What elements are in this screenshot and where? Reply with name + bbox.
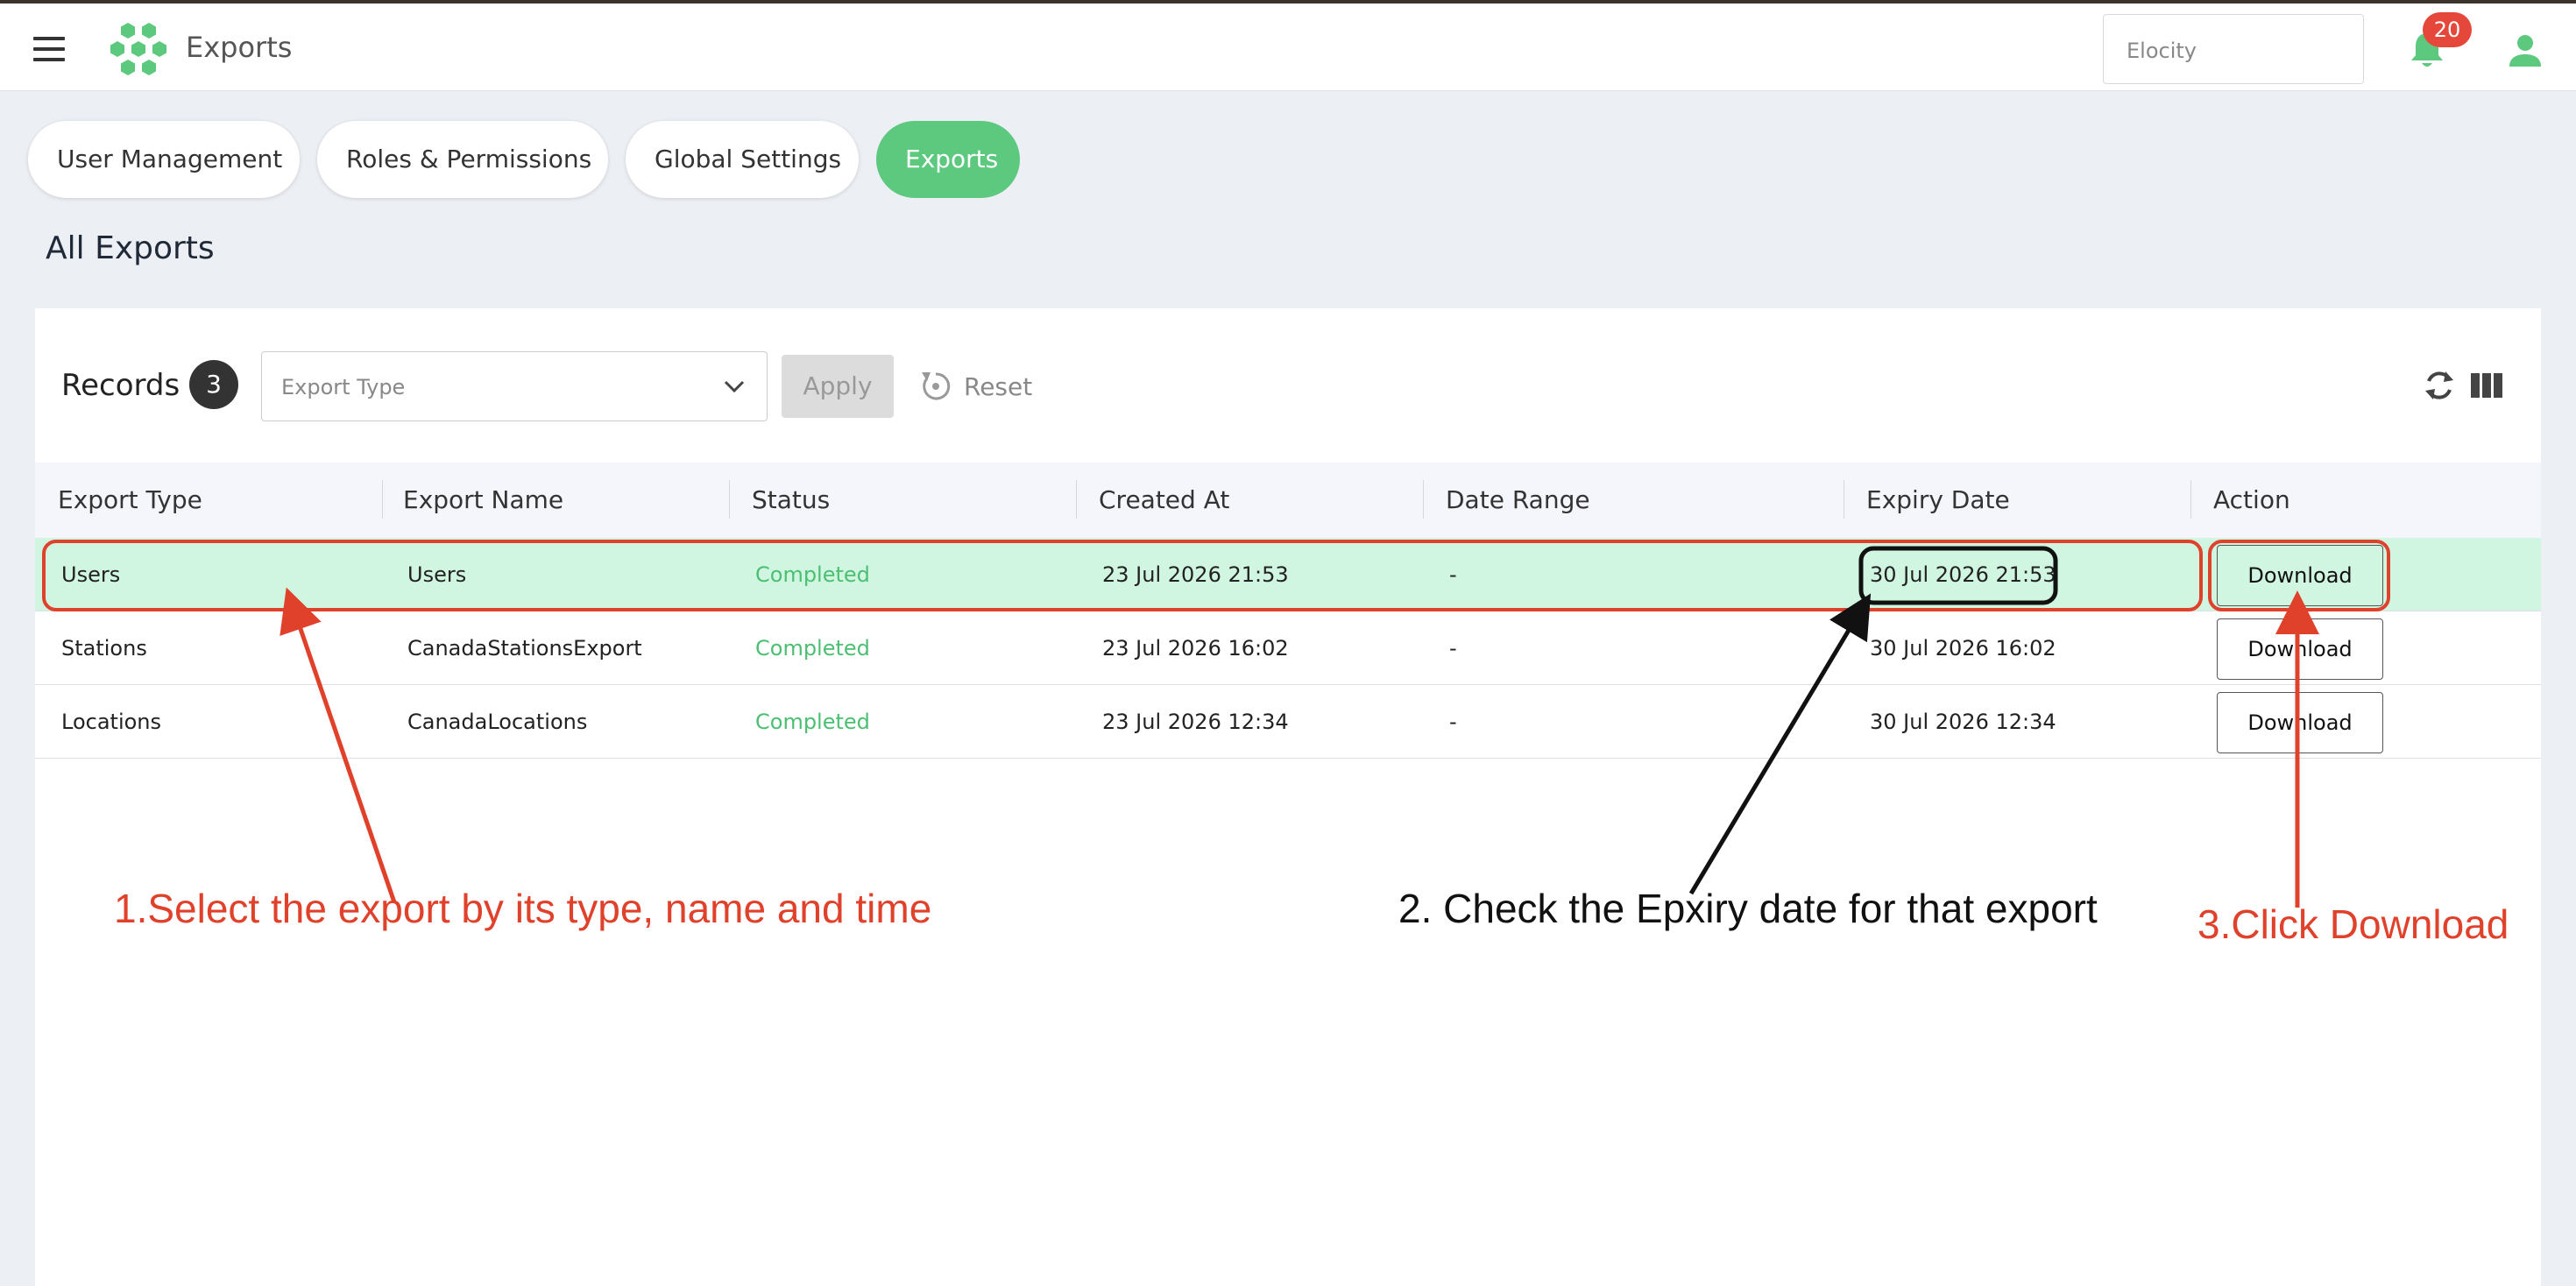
notification-badge: 20	[2423, 12, 2472, 47]
tab-user-management[interactable]: User Management	[28, 121, 300, 198]
exports-table: Export Type Export Name Status Created A…	[35, 463, 2541, 759]
column-header-created-at[interactable]: Created At	[1099, 485, 1229, 514]
column-separator	[1423, 480, 1424, 519]
export-type-placeholder: Export Type	[281, 375, 406, 399]
cell-date-range: -	[1449, 562, 1457, 587]
column-header-expiry-date[interactable]: Expiry Date	[1866, 485, 2010, 514]
table-header: Export Type Export Name Status Created A…	[35, 463, 2541, 538]
cell-export-type: Users	[61, 562, 121, 587]
cell-date-range: -	[1449, 710, 1457, 734]
cell-date-range: -	[1449, 636, 1457, 661]
column-header-export-name[interactable]: Export Name	[403, 485, 563, 514]
cell-export-name: CanadaStationsExport	[407, 636, 642, 661]
cell-created-at: 23 Jul 2026 12:34	[1102, 710, 1289, 734]
column-header-action: Action	[2213, 485, 2290, 514]
cell-status: Completed	[755, 710, 870, 734]
site-selector[interactable]: Elocity	[2103, 14, 2364, 84]
column-header-status[interactable]: Status	[752, 485, 830, 514]
download-button[interactable]: Download	[2217, 692, 2383, 753]
cell-created-at: 23 Jul 2026 21:53	[1102, 562, 1289, 587]
cell-status: Completed	[755, 636, 870, 661]
column-separator	[729, 480, 730, 519]
settings-tabs: User Management Roles & Permissions Glob…	[28, 121, 1020, 200]
column-separator	[1076, 480, 1077, 519]
reset-label: Reset	[964, 371, 1033, 401]
exports-card: Records 3 Export Type Apply Reset Export…	[35, 308, 2541, 1286]
table-row[interactable]: Users Users Completed 23 Jul 2026 21:53 …	[35, 538, 2541, 611]
hexagon-logo-icon	[110, 23, 166, 75]
chevron-down-icon	[724, 380, 745, 393]
annotation-step2: 2. Check the Epxiry date for that export	[1398, 886, 2098, 931]
app-header: Exports Elocity 20	[0, 4, 2576, 91]
app-title: Exports	[186, 31, 293, 64]
annotation-step1: 1.Select the export by its type, name an…	[114, 886, 932, 931]
tab-global-settings[interactable]: Global Settings	[626, 121, 859, 198]
cell-expiry-date: 30 Jul 2026 12:34	[1870, 710, 2056, 734]
cell-expiry-date: 30 Jul 2026 21:53	[1870, 562, 2056, 587]
reset-button[interactable]: Reset	[918, 367, 1032, 406]
apply-button[interactable]: Apply	[782, 355, 894, 418]
column-separator	[2190, 480, 2191, 519]
table-row[interactable]: Stations CanadaStationsExport Completed …	[35, 611, 2541, 685]
download-button[interactable]: Download	[2217, 545, 2383, 606]
download-button[interactable]: Download	[2217, 618, 2383, 680]
cell-export-type: Locations	[61, 710, 162, 734]
tab-exports[interactable]: Exports	[876, 121, 1020, 198]
menu-icon[interactable]	[33, 37, 65, 61]
refresh-icon[interactable]	[2422, 366, 2457, 405]
records-count-badge: 3	[189, 360, 238, 409]
annotation-step3: 3.Click Download	[2197, 901, 2509, 947]
cell-export-type: Stations	[61, 636, 147, 661]
cell-export-name: Users	[407, 562, 467, 587]
user-icon[interactable]	[2508, 33, 2543, 68]
column-header-date-range[interactable]: Date Range	[1446, 485, 1590, 514]
reset-icon	[922, 372, 951, 400]
cell-export-name: CanadaLocations	[407, 710, 588, 734]
cell-expiry-date: 30 Jul 2026 16:02	[1870, 636, 2056, 661]
tab-roles-permissions[interactable]: Roles & Permissions	[317, 121, 608, 198]
column-header-export-type[interactable]: Export Type	[58, 485, 202, 514]
cell-created-at: 23 Jul 2026 16:02	[1102, 636, 1289, 661]
cell-status: Completed	[755, 562, 870, 587]
export-type-select[interactable]: Export Type	[261, 351, 768, 421]
records-label: Records	[61, 368, 180, 403]
page-title: All Exports	[46, 230, 215, 266]
table-row[interactable]: Locations CanadaLocations Completed 23 J…	[35, 685, 2541, 759]
columns-icon[interactable]	[2471, 373, 2502, 398]
column-separator	[382, 480, 383, 519]
